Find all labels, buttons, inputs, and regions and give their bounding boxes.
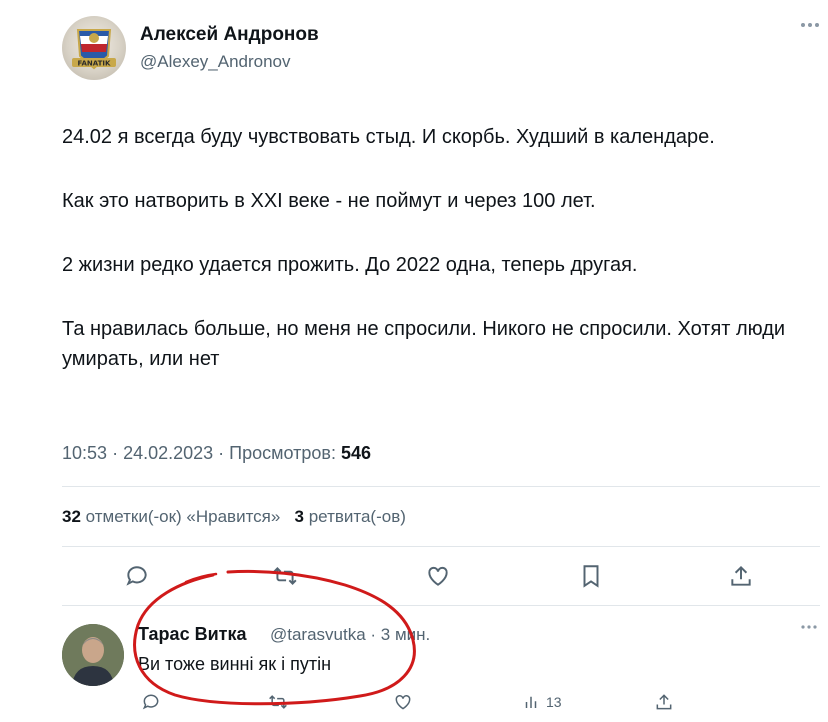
share-icon[interactable] (728, 563, 754, 589)
retweet-icon[interactable] (272, 563, 298, 589)
views-label: Просмотров: (229, 443, 336, 463)
tweet-time[interactable]: 10:53 (62, 443, 107, 463)
bookmark-icon[interactable] (578, 563, 604, 589)
tweet-paragraph: Та нравилась больше, но меня не спросили… (62, 318, 786, 370)
tweet-paragraph: 24.02 я всегда буду чувствовать стыд. И … (62, 126, 715, 148)
reply-author-handle[interactable]: @tarasvutka · 3 мин. (270, 625, 430, 645)
author-avatar[interactable]: FANATIK (62, 16, 126, 80)
reply-views[interactable]: 13 (522, 693, 562, 711)
reply-age: · 3 мин. (370, 625, 431, 644)
likes-label: отметки(-ок) «Нравится» (85, 507, 281, 526)
tweet-meta: 10:53 · 24.02.2023 · Просмотров: 546 (62, 443, 372, 463)
tweet-body: 24.02 я всегда буду чувствовать стыд. И … (62, 122, 822, 374)
tweet-date[interactable]: 24.02.2023 (123, 443, 213, 463)
fanatik-badge-image: FANATIK (72, 29, 116, 70)
reply-more-options-icon[interactable] (800, 624, 818, 630)
reply-avatar[interactable] (62, 624, 124, 686)
divider (62, 486, 820, 487)
person-photo (62, 624, 124, 686)
reply-text: Ви тоже винні як і путін (138, 654, 332, 674)
reply-handle-text: @tarasvutka (270, 625, 366, 644)
badge-text: FANATIK (78, 60, 112, 68)
likes-count: 32 (62, 507, 81, 526)
divider (62, 546, 820, 547)
retweets-label: ретвита(-ов) (308, 507, 406, 526)
tweet-paragraph: Как это натворить в XXI веке - не поймут… (62, 190, 596, 212)
divider (62, 605, 820, 606)
views-icon (525, 696, 537, 708)
like-icon[interactable] (425, 563, 451, 589)
reply-icon[interactable] (124, 563, 150, 589)
reply-views-count: 13 (546, 694, 562, 710)
reply-reply-icon[interactable] (141, 692, 161, 712)
reply-share-icon[interactable] (654, 692, 674, 712)
reply-like-icon[interactable] (393, 692, 413, 712)
author-name[interactable]: Алексей Андронов (140, 24, 319, 46)
retweets-count: 3 (294, 507, 304, 526)
likes-stat[interactable]: 32 отметки(-ок) «Нравится» (62, 507, 280, 526)
tweet-stats: 32 отметки(-ок) «Нравится» 3 ретвита(-ов… (62, 507, 406, 527)
more-options-icon[interactable] (800, 22, 820, 28)
views-count: 546 (340, 443, 372, 463)
tweet-paragraph: 2 жизни редко удается прожить. До 2022 о… (62, 254, 638, 276)
retweets-stat[interactable]: 3 ретвита(-ов) (295, 507, 406, 526)
reply-author-name[interactable]: Тарас Витка (138, 624, 246, 645)
reply-retweet-icon[interactable] (268, 692, 288, 712)
author-handle[interactable]: @Alexey_Andronov (140, 52, 291, 72)
